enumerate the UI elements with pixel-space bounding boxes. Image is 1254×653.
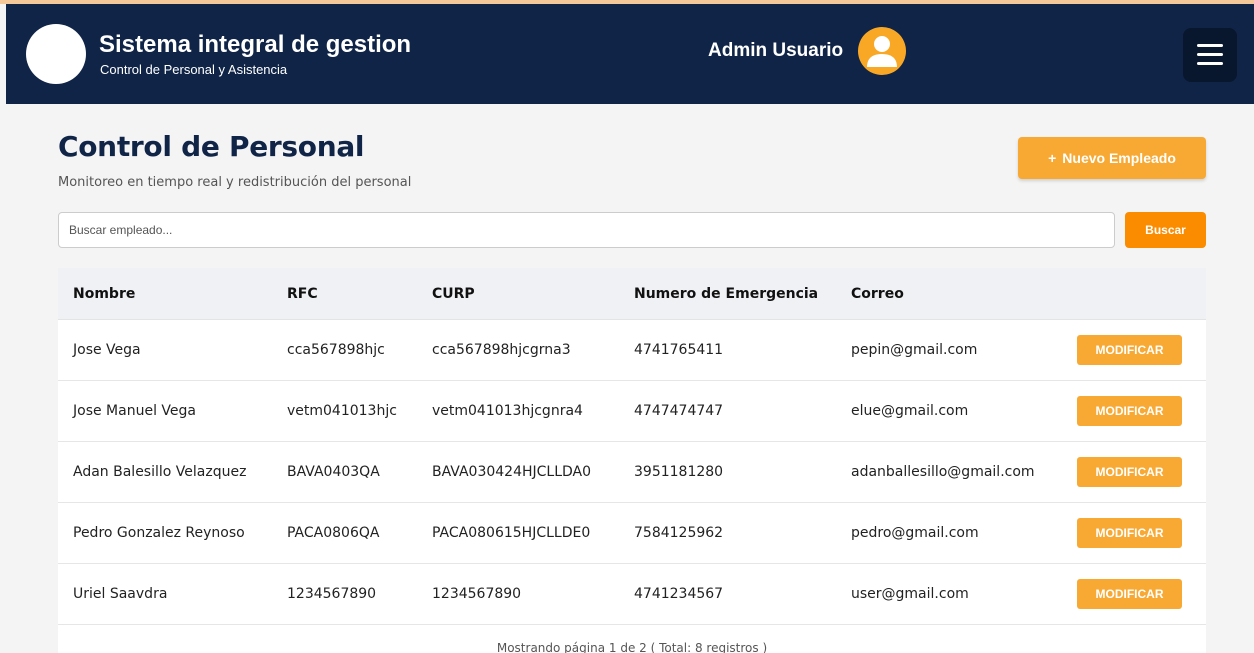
column-header-correo: Correo: [851, 286, 904, 302]
column-header-curp: CURP: [432, 286, 475, 302]
app-title: Sistema integral de gestion: [99, 31, 412, 58]
table-row: Jose Manuel Vega vetm041013hjc vetm04101…: [58, 381, 1206, 442]
modify-button[interactable]: MODIFICAR: [1077, 457, 1182, 487]
user-name: Admin Usuario: [708, 40, 844, 61]
cell-rfc: PACA0806QA: [287, 525, 380, 541]
column-header-rfc: RFC: [287, 286, 318, 302]
cell-curp: 1234567890: [432, 586, 522, 602]
cell-rfc: vetm041013hjc: [287, 403, 397, 419]
table-row: Adan Balesillo Velazquez BAVA0403QA BAVA…: [58, 442, 1206, 503]
table-row: Jose Vega cca567898hjc cca567898hjcgrna3…: [58, 320, 1206, 381]
cell-correo: adanballesillo@gmail.com: [851, 464, 1035, 480]
cell-emergencia: 4741234567: [634, 586, 724, 602]
employee-table: Nombre RFC CURP Numero de Emergencia Cor…: [58, 268, 1206, 653]
cell-correo: pedro@gmail.com: [851, 525, 979, 541]
cell-rfc: 1234567890: [287, 586, 377, 602]
cell-emergencia: 7584125962: [634, 525, 724, 541]
cell-nombre: Jose Manuel Vega: [73, 403, 196, 419]
modify-button[interactable]: MODIFICAR: [1077, 396, 1182, 426]
cell-nombre: Uriel Saavdra: [73, 586, 168, 602]
cell-curp: cca567898hjcgrna3: [432, 342, 571, 358]
cell-curp: BAVA030424HJCLLDA0: [432, 464, 592, 480]
cell-emergencia: 4741765411: [634, 342, 724, 358]
cell-rfc: cca567898hjc: [287, 342, 385, 358]
hamburger-menu-icon[interactable]: [1183, 28, 1237, 82]
cell-nombre: Pedro Gonzalez Reynoso: [73, 525, 245, 541]
column-header-nombre: Nombre: [73, 286, 136, 302]
search-button[interactable]: Buscar: [1125, 212, 1206, 248]
table-row: Pedro Gonzalez Reynoso PACA0806QA PACA08…: [58, 503, 1206, 564]
modify-button[interactable]: MODIFICAR: [1077, 579, 1182, 609]
new-employee-button[interactable]: + Nuevo Empleado: [1018, 137, 1206, 179]
cell-emergencia: 4747474747: [634, 403, 724, 419]
app-header: Sistema integral de gestion Control de P…: [6, 4, 1254, 104]
plus-icon: +: [1048, 150, 1057, 166]
cell-nombre: Jose Vega: [73, 342, 141, 358]
logo: [26, 24, 86, 84]
pagination-text: Mostrando página 1 de 2 ( Total: 8 regis…: [496, 641, 768, 653]
cell-correo: pepin@gmail.com: [851, 342, 978, 358]
new-employee-label: Nuevo Empleado: [1062, 150, 1176, 166]
cell-curp: vetm041013hjcgnra4: [432, 403, 583, 419]
table-row: Uriel Saavdra 1234567890 1234567890 4741…: [58, 564, 1206, 625]
search-input[interactable]: [58, 212, 1115, 248]
page-subtitle: Monitoreo en tiempo real y redistribució…: [58, 175, 412, 190]
column-header-emergencia: Numero de Emergencia: [634, 286, 819, 302]
cell-correo: user@gmail.com: [851, 586, 969, 602]
cell-correo: elue@gmail.com: [851, 403, 969, 419]
cell-rfc: BAVA0403QA: [287, 464, 380, 480]
user-avatar-icon[interactable]: [858, 27, 906, 75]
app-subtitle: Control de Personal y Asistencia: [100, 62, 288, 77]
table-header: Nombre RFC CURP Numero de Emergencia Cor…: [58, 268, 1206, 320]
cell-emergencia: 3951181280: [634, 464, 724, 480]
modify-button[interactable]: MODIFICAR: [1077, 518, 1182, 548]
cell-curp: PACA080615HJCLLDE0: [432, 525, 591, 541]
modify-button[interactable]: MODIFICAR: [1077, 335, 1182, 365]
cell-nombre: Adan Balesillo Velazquez: [73, 464, 247, 480]
page-title: Control de Personal: [58, 130, 365, 163]
